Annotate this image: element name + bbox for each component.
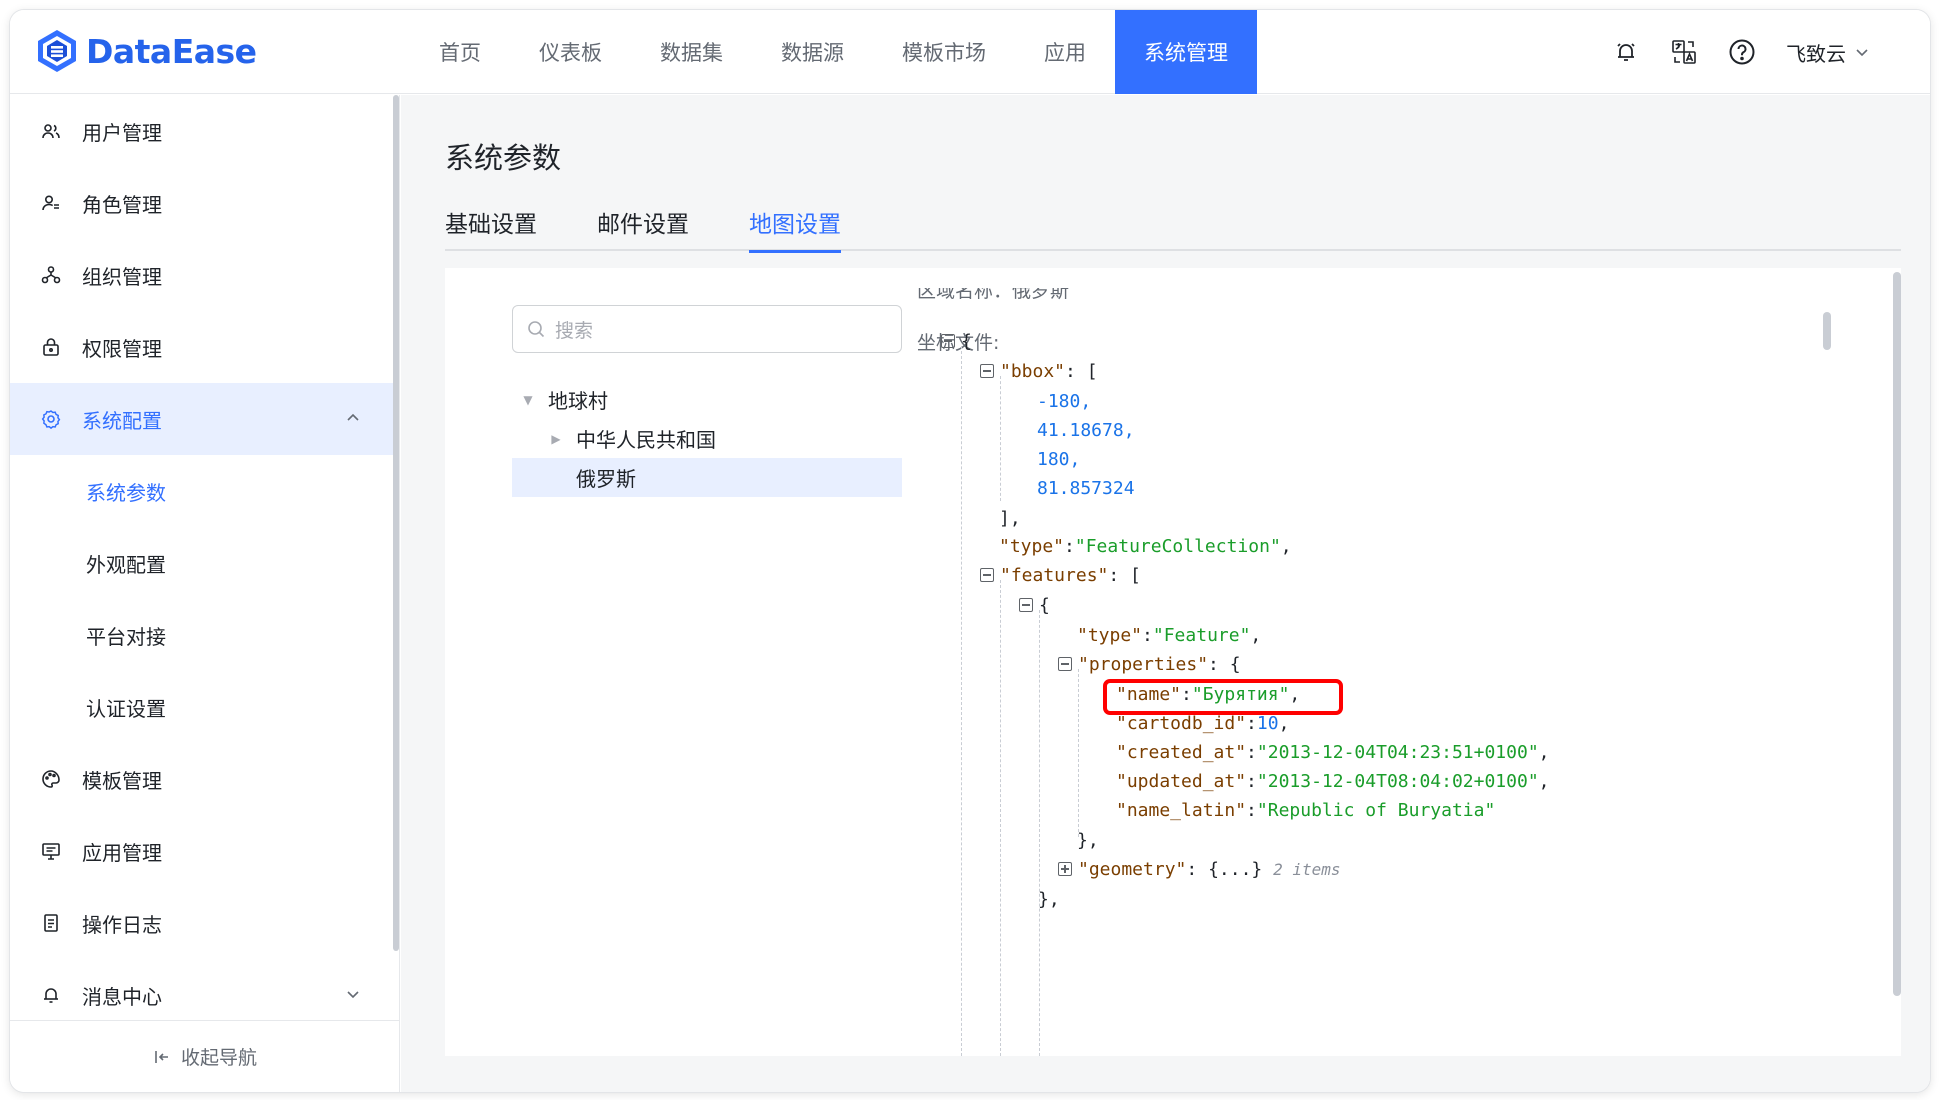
doc-icon bbox=[40, 912, 62, 934]
lock-icon bbox=[40, 336, 62, 358]
expand-toggle-icon[interactable] bbox=[1058, 862, 1072, 876]
sidebar-item-templates[interactable]: 模板管理 bbox=[10, 743, 394, 815]
logo[interactable]: DataEase bbox=[34, 28, 257, 74]
role-icon bbox=[40, 192, 62, 214]
main-content: 系统参数 基础设置 邮件设置 地图设置 搜索 ▼ 地球村 ▶ 中华人民共和国 俄… bbox=[401, 95, 1930, 1092]
tab-basic-settings[interactable]: 基础设置 bbox=[445, 205, 537, 251]
sidebar-item-roles[interactable]: 角色管理 bbox=[10, 167, 394, 239]
geometry-collapsed[interactable]: {...} bbox=[1208, 859, 1262, 880]
sidebar-item-apps[interactable]: 应用管理 bbox=[10, 815, 394, 887]
settings-tabs: 基础设置 邮件设置 地图设置 bbox=[445, 205, 1901, 253]
bbox-value: 81.857324 bbox=[1037, 478, 1135, 499]
bell-icon bbox=[40, 984, 62, 1006]
sidebar-item-org[interactable]: 组织管理 bbox=[10, 239, 394, 311]
nav-system-admin[interactable]: 系统管理 bbox=[1115, 10, 1257, 94]
collapse-toggle-icon[interactable] bbox=[980, 364, 994, 378]
geojson-viewer: { "bbox": [ -180, 41.18678, 180, 81.8573… bbox=[445, 268, 1901, 1056]
top-header: DataEase 首页 仪表板 数据集 数据源 模板市场 应用 系统管理 飞致云 bbox=[10, 10, 1930, 94]
sidebar-item-label: 消息中心 bbox=[82, 984, 162, 1009]
sidebar-item-label: 组织管理 bbox=[82, 264, 162, 289]
notification-bell-icon[interactable] bbox=[1612, 38, 1640, 66]
sidebar-menu: 用户管理 角色管理 组织管理 权限管理 系统配置 系统参数 外观配置 平台对接 bbox=[10, 95, 394, 1031]
sidebar-item-label: 模板管理 bbox=[82, 768, 162, 793]
dataease-logo-icon bbox=[38, 30, 76, 72]
tab-mail-settings[interactable]: 邮件设置 bbox=[597, 205, 689, 251]
property-created-at-value: 2013-12-04T04:23:51+0100 bbox=[1267, 742, 1528, 763]
help-icon[interactable] bbox=[1728, 38, 1756, 66]
collapse-left-icon bbox=[155, 1050, 168, 1063]
panel-scrollbar[interactable] bbox=[1893, 272, 1901, 996]
name-highlight-box bbox=[1103, 679, 1343, 715]
sidebar-item-label: 权限管理 bbox=[82, 336, 162, 361]
sidebar-item-label: 用户管理 bbox=[82, 120, 162, 145]
chevron-down-icon bbox=[1856, 49, 1868, 57]
logo-text: DataEase bbox=[86, 31, 257, 71]
sidebar-item-permissions[interactable]: 权限管理 bbox=[10, 311, 394, 383]
chevron-up-icon bbox=[347, 413, 359, 421]
sidebar-subitem-platform[interactable]: 平台对接 bbox=[10, 599, 394, 671]
nav-dashboard[interactable]: 仪表板 bbox=[510, 10, 631, 94]
sidebar-subitem-auth[interactable]: 认证设置 bbox=[10, 671, 394, 743]
sidebar-subitem-appearance[interactable]: 外观配置 bbox=[10, 527, 394, 599]
collapse-nav-label: 收起导航 bbox=[180, 1047, 257, 1069]
sidebar-item-users[interactable]: 用户管理 bbox=[10, 95, 394, 167]
sidebar-item-label: 角色管理 bbox=[82, 192, 162, 217]
collapse-toggle-icon[interactable] bbox=[1058, 657, 1072, 671]
collapse-toggle-icon[interactable] bbox=[980, 568, 994, 582]
property-name-latin-value: Republic of Buryatia bbox=[1267, 800, 1485, 821]
tab-map-settings[interactable]: 地图设置 bbox=[749, 205, 841, 253]
user-name: 飞致云 bbox=[1786, 41, 1846, 66]
nav-datasource[interactable]: 数据源 bbox=[752, 10, 873, 94]
nav-template-market[interactable]: 模板市场 bbox=[873, 10, 1015, 94]
sidebar-scrollbar[interactable] bbox=[393, 95, 399, 951]
feature-type-value: Feature bbox=[1163, 625, 1240, 646]
collapse-toggle-icon[interactable] bbox=[1019, 598, 1033, 612]
gear-icon bbox=[40, 408, 62, 430]
sidebar: 用户管理 角色管理 组织管理 权限管理 系统配置 系统参数 外观配置 平台对接 bbox=[10, 95, 400, 1092]
collapse-nav-button[interactable]: 收起导航 bbox=[10, 1020, 400, 1092]
nav-home[interactable]: 首页 bbox=[410, 10, 510, 94]
top-nav: 首页 仪表板 数据集 数据源 模板市场 应用 系统管理 bbox=[410, 10, 1257, 94]
bbox-value: -180 bbox=[1037, 391, 1081, 412]
sidebar-item-label: 系统配置 bbox=[82, 408, 162, 433]
user-menu[interactable]: 飞致云 bbox=[1786, 38, 1870, 67]
map-settings-panel: 搜索 ▼ 地球村 ▶ 中华人民共和国 俄罗斯 区域名称：俄罗斯 坐标文件: {… bbox=[445, 268, 1901, 1056]
nav-dataset[interactable]: 数据集 bbox=[631, 10, 752, 94]
palette-icon bbox=[40, 768, 62, 790]
sidebar-item-label: 应用管理 bbox=[82, 840, 162, 865]
collapse-toggle-icon[interactable] bbox=[941, 334, 955, 348]
bbox-value: 41.18678 bbox=[1037, 420, 1124, 441]
sidebar-item-label: 操作日志 bbox=[82, 912, 162, 937]
bbox-value: 180 bbox=[1037, 449, 1070, 470]
json-type-value: FeatureCollection bbox=[1085, 536, 1270, 557]
sidebar-item-system-config[interactable]: 系统配置 bbox=[10, 383, 394, 455]
property-updated-at-value: 2013-12-04T08:04:02+0100 bbox=[1267, 771, 1528, 792]
nav-apps[interactable]: 应用 bbox=[1015, 10, 1115, 94]
app-window: DataEase 首页 仪表板 数据集 数据源 模板市场 应用 系统管理 飞致云 bbox=[10, 10, 1930, 1092]
sidebar-item-logs[interactable]: 操作日志 bbox=[10, 887, 394, 959]
page-title: 系统参数 bbox=[445, 141, 562, 175]
monitor-icon bbox=[40, 840, 62, 862]
org-icon bbox=[40, 264, 62, 286]
sidebar-subitem-system-params[interactable]: 系统参数 bbox=[10, 455, 394, 527]
language-translate-icon[interactable] bbox=[1670, 38, 1698, 66]
users-icon bbox=[40, 120, 62, 142]
chevron-down-icon bbox=[347, 991, 359, 999]
geometry-item-count: 2 items bbox=[1273, 860, 1341, 879]
header-actions: 飞致云 bbox=[1612, 10, 1870, 94]
property-cartodb-id-value: 10 bbox=[1256, 713, 1279, 734]
